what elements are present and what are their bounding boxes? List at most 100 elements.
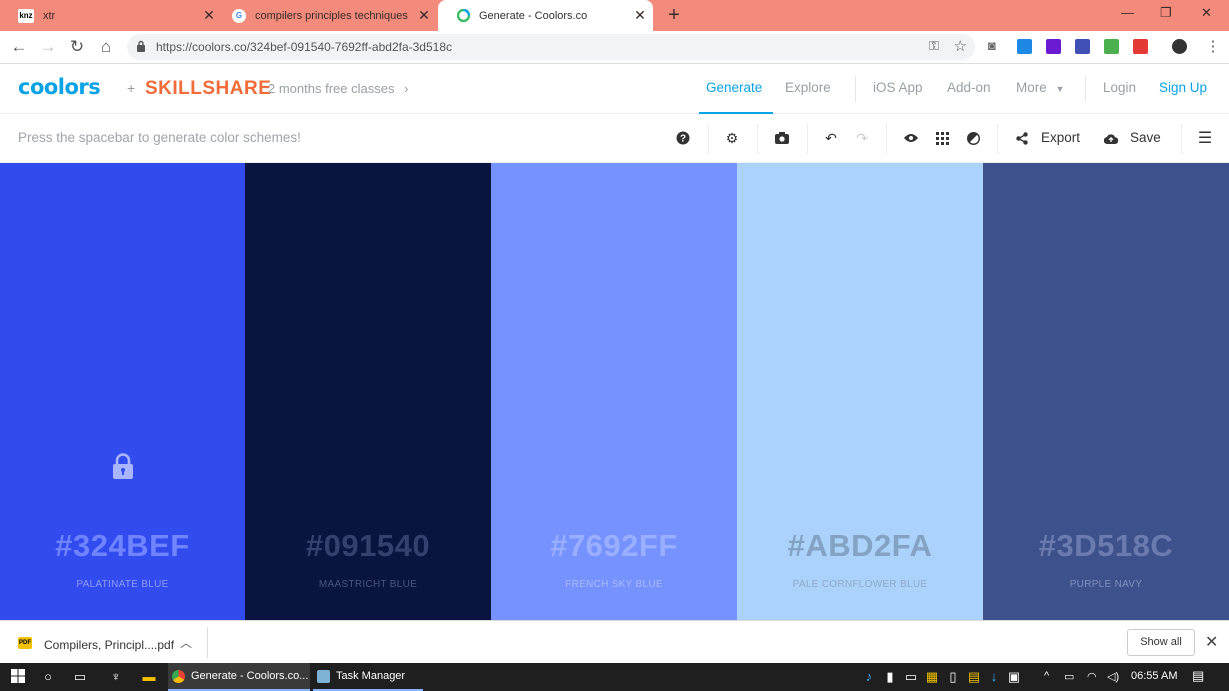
promo-link[interactable]: 2 months free classes › [268, 81, 408, 96]
music-icon[interactable]: ♪ [861, 669, 877, 685]
tray-app-icon[interactable]: ▤ [966, 669, 982, 685]
undo-icon[interactable]: ↶ [822, 129, 840, 147]
home-icon[interactable]: ⌂ [96, 37, 116, 57]
chevron-down-icon: ▼ [1055, 84, 1065, 94]
forward-arrow-icon[interactable]: → [38, 37, 58, 57]
hamburger-menu-icon[interactable]: ☰ [1196, 129, 1214, 147]
browser-tab-coolors[interactable]: Generate - Coolors.co ✕ [438, 0, 653, 31]
save-button[interactable]: Save [1130, 130, 1161, 145]
tray-app-icon[interactable]: ▯ [945, 669, 961, 685]
chrome-icon [172, 669, 185, 683]
key-icon[interactable]: ⚿ [929, 38, 939, 54]
toolbar-divider [708, 124, 709, 154]
padlock-locked-icon[interactable] [112, 453, 134, 479]
signup-link[interactable]: Sign Up [1159, 80, 1207, 95]
share-icon[interactable] [1013, 129, 1031, 147]
download-item[interactable]: Compilers, Principl....pdf [44, 638, 174, 652]
nav-explore[interactable]: Explore [785, 80, 831, 95]
taskbar-app-task-manager[interactable]: Task Manager [313, 663, 423, 691]
minimize-icon[interactable]: — [1121, 5, 1134, 20]
google-favicon-icon: G [232, 8, 246, 23]
shelf-divider [207, 627, 208, 658]
task-manager-icon [317, 669, 330, 683]
reload-icon[interactable]: ↻ [67, 37, 87, 57]
color-swatch[interactable]: #7692FF FRENCH SKY BLUE [491, 163, 737, 620]
kn-extension-icon[interactable] [1046, 39, 1061, 54]
hex-code[interactable]: #3D518C [983, 528, 1229, 564]
taskbar-app-label: Task Manager [336, 670, 406, 682]
grid-view-icon[interactable] [933, 129, 951, 147]
pinned-app-icon[interactable]: ♆ [108, 669, 124, 685]
extension-icon[interactable] [1017, 39, 1032, 54]
notifications-icon[interactable]: ▤ [1192, 668, 1204, 684]
hex-code[interactable]: #324BEF [0, 528, 245, 564]
pdf-file-icon: PDF [18, 637, 32, 649]
hex-code[interactable]: #091540 [245, 528, 491, 564]
color-swatch[interactable]: #091540 MAASTRICHT BLUE [245, 163, 491, 620]
app-header: coolors + SKILLSHARE 2 months free class… [0, 64, 1229, 114]
lock-icon [137, 40, 145, 52]
restore-icon[interactable]: ❐ [1160, 5, 1172, 21]
skillshare-logo[interactable]: SKILLSHARE [145, 78, 271, 100]
color-swatch[interactable]: #324BEF PALATINATE BLUE [0, 163, 245, 620]
taskbar-app-chrome[interactable]: Generate - Coolors.co... [168, 663, 310, 691]
wifi-icon[interactable]: ◠ [1087, 670, 1097, 683]
nav-generate[interactable]: Generate [706, 80, 762, 95]
kn-red-extension-icon[interactable] [1133, 39, 1148, 54]
file-explorer-icon[interactable]: ▬ [141, 669, 157, 685]
task-view-icon[interactable]: ▭ [72, 669, 88, 685]
coolors-logo[interactable]: coolors [18, 75, 101, 99]
nav-add-on[interactable]: Add-on [947, 80, 991, 95]
hex-code[interactable]: #ABD2FA [737, 528, 983, 564]
camera-extension-icon[interactable]: ◙ [988, 38, 1003, 53]
hex-code[interactable]: #7692FF [491, 528, 737, 564]
clock[interactable]: 06:55 AM [1131, 670, 1177, 682]
taskbar-app-label: Generate - Coolors.co... [191, 670, 309, 682]
tab-title: xtr [43, 9, 56, 22]
extension-icon[interactable] [1104, 39, 1119, 54]
show-all-button[interactable]: Show all [1127, 629, 1195, 656]
settings-gear-icon[interactable]: ⚙ [723, 129, 741, 147]
cortana-search-icon[interactable]: ○ [40, 669, 56, 685]
nav-ios-app[interactable]: iOS App [873, 80, 923, 95]
contrast-icon[interactable] [964, 129, 982, 147]
close-tab-icon[interactable]: ✕ [627, 7, 653, 24]
new-tab-button[interactable]: + [664, 4, 684, 27]
tray-app-icon[interactable]: ▭ [903, 669, 919, 685]
bookmark-star-icon[interactable]: ☆ [954, 37, 967, 55]
help-icon[interactable]: ? [674, 129, 692, 147]
volume-icon[interactable]: ◁) [1107, 670, 1119, 683]
tray-app-icon[interactable]: ▣ [1006, 669, 1022, 685]
profile-avatar[interactable] [1172, 39, 1187, 54]
eye-icon[interactable] [902, 129, 920, 147]
camera-icon[interactable] [773, 129, 791, 147]
login-link[interactable]: Login [1103, 80, 1136, 95]
nav-more[interactable]: More ▼ [1016, 80, 1064, 95]
windows-start-icon[interactable] [10, 669, 26, 685]
back-arrow-icon[interactable]: ← [9, 37, 29, 57]
export-button[interactable]: Export [1041, 130, 1080, 145]
battery-icon[interactable]: ▭ [1064, 670, 1074, 683]
color-name: PALATINATE BLUE [76, 579, 169, 590]
close-tab-icon[interactable]: ✕ [196, 7, 222, 24]
download-icon[interactable]: ↓ [986, 669, 1002, 685]
close-shelf-icon[interactable]: ✕ [1205, 632, 1218, 652]
chevron-up-icon[interactable]: ︿ [180, 634, 192, 651]
tray-app-icon[interactable]: ▮ [882, 669, 898, 685]
cloud-upload-icon[interactable] [1102, 129, 1120, 147]
tray-app-icon[interactable]: ▦ [924, 669, 940, 685]
toolbar-divider [886, 124, 887, 154]
chrome-menu-icon[interactable]: ⋮ [1203, 37, 1223, 55]
plus-sign: + [127, 80, 136, 96]
browser-tab-xtr[interactable]: knz xtr ✕ [0, 0, 222, 31]
close-tab-icon[interactable]: ✕ [411, 7, 437, 24]
address-bar[interactable]: https://coolors.co/324bef-091540-7692ff-… [127, 34, 975, 60]
color-swatch[interactable]: #ABD2FA PALE CORNFLOWER BLUE [737, 163, 983, 620]
browser-tab-compilers[interactable]: G compilers principles techniques a ✕ [222, 0, 437, 31]
save-extension-icon[interactable] [1075, 39, 1090, 54]
chevron-up-icon[interactable]: ^ [1044, 670, 1049, 682]
redo-icon[interactable]: ↷ [853, 129, 871, 147]
window-close-icon[interactable]: ✕ [1201, 5, 1212, 21]
color-name: PALE CORNFLOWER BLUE [792, 579, 928, 590]
color-swatch[interactable]: #3D518C PURPLE NAVY [983, 163, 1229, 620]
